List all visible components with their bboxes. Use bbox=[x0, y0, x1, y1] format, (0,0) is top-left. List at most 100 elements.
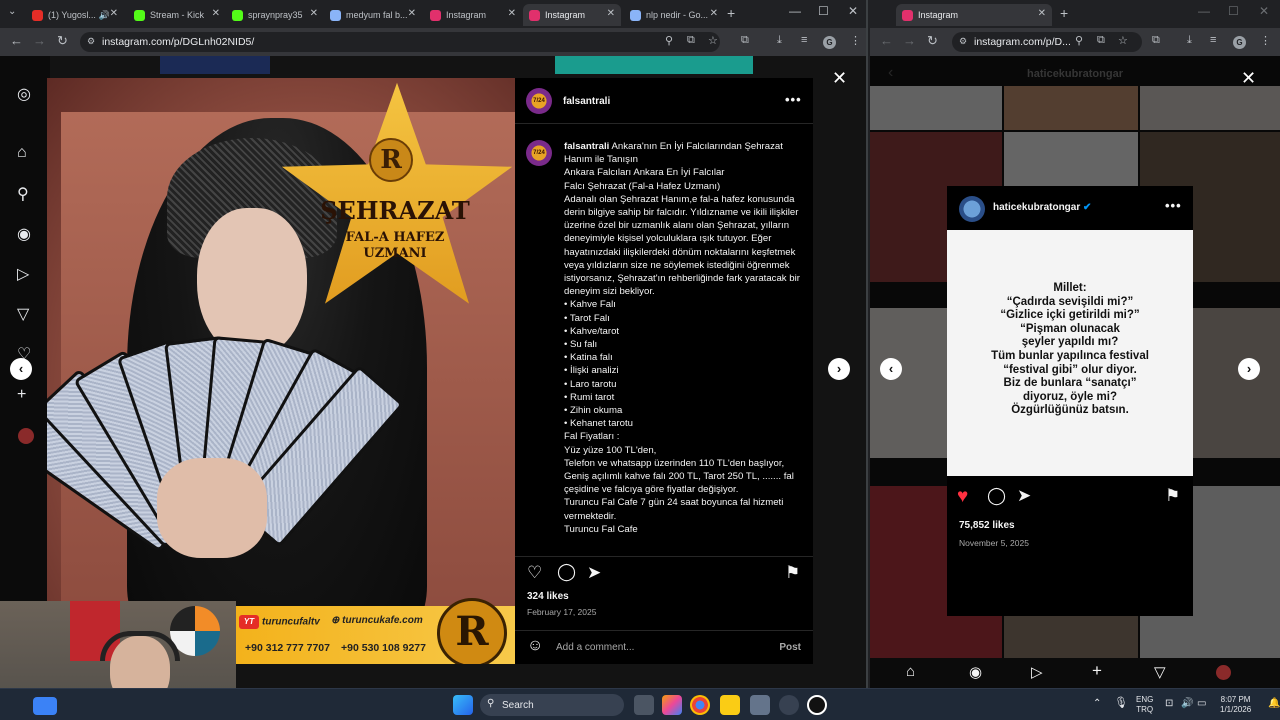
tab-3[interactable]: spraynpray35 ✕ bbox=[226, 4, 324, 26]
comment-icon[interactable]: ◯ bbox=[557, 562, 576, 582]
tab-close-icon[interactable]: ✕ bbox=[1038, 8, 1046, 19]
tab-6[interactable]: Instagram ✕ bbox=[523, 4, 621, 26]
tab-close-icon[interactable]: ✕ bbox=[310, 8, 318, 19]
messages-icon[interactable]: ▽ bbox=[17, 304, 29, 324]
download-icon[interactable]: ⤓ bbox=[777, 34, 782, 47]
tab-7[interactable]: nlp nedir - Go... ✕ bbox=[624, 4, 724, 26]
create-icon[interactable]: + bbox=[1092, 661, 1102, 681]
reload-icon[interactable]: ↻ bbox=[927, 33, 938, 49]
tab-close-icon[interactable]: ✕ bbox=[508, 8, 516, 19]
close-modal-icon[interactable]: ✕ bbox=[1241, 68, 1256, 89]
bookmark-star-icon[interactable]: ☆ bbox=[1118, 34, 1128, 47]
save-icon[interactable]: ⚑ bbox=[1165, 486, 1180, 506]
reels-icon[interactable]: ▷ bbox=[1031, 663, 1043, 681]
search-icon[interactable]: ⚲ bbox=[17, 184, 29, 204]
task-view-icon[interactable] bbox=[634, 695, 654, 715]
save-icon[interactable]: ⚑ bbox=[785, 563, 800, 583]
home-icon[interactable]: ⌂ bbox=[906, 663, 915, 680]
new-tab-plus-icon[interactable]: + bbox=[1060, 5, 1068, 21]
author-username[interactable]: haticekubratongar ✔ bbox=[993, 202, 1091, 213]
caption-username[interactable]: falsantrali bbox=[564, 141, 609, 152]
media-icon[interactable]: ≡ bbox=[801, 34, 807, 46]
explore-icon[interactable]: ◉ bbox=[17, 224, 31, 244]
tab-4[interactable]: medyum fal b... ✕ bbox=[324, 4, 422, 26]
close-modal-icon[interactable]: ✕ bbox=[832, 68, 847, 89]
file-explorer-icon[interactable] bbox=[720, 695, 740, 715]
zoom-icon[interactable]: ⚲ bbox=[665, 34, 673, 47]
mic-icon[interactable]: 🎙 bbox=[1114, 698, 1128, 709]
more-options-icon[interactable]: ••• bbox=[785, 92, 802, 107]
comment-icon[interactable]: ◯ bbox=[987, 486, 1006, 506]
author-avatar[interactable] bbox=[959, 196, 985, 222]
more-options-icon[interactable]: ••• bbox=[1165, 198, 1182, 213]
minimize-icon[interactable]: — bbox=[1198, 4, 1210, 18]
messages-icon[interactable]: ▽ bbox=[1154, 663, 1166, 681]
author-username[interactable]: falsantrali bbox=[563, 96, 610, 107]
site-info-icon[interactable]: ⚙ bbox=[959, 36, 967, 47]
start-icon[interactable] bbox=[453, 695, 473, 715]
notification-icon[interactable]: 🔔 bbox=[1268, 699, 1280, 709]
emoji-icon[interactable]: ☺ bbox=[527, 637, 543, 655]
share-icon[interactable]: ➤ bbox=[587, 563, 601, 583]
next-post-button[interactable]: › bbox=[828, 358, 850, 380]
maximize-icon[interactable]: ☐ bbox=[818, 4, 829, 18]
close-window-icon[interactable]: ✕ bbox=[848, 4, 858, 18]
tab-5[interactable]: Instagram ✕ bbox=[424, 4, 522, 26]
tab-close-icon[interactable]: ✕ bbox=[408, 8, 416, 19]
tab-audio-icon[interactable]: 🔊 bbox=[99, 10, 110, 21]
cast-icon[interactable]: ⧉ bbox=[1097, 34, 1105, 47]
settings-icon[interactable] bbox=[750, 695, 770, 715]
close-window-icon[interactable]: ✕ bbox=[1259, 4, 1269, 18]
reels-icon[interactable]: ▷ bbox=[17, 264, 29, 284]
battery-icon[interactable]: ▭ bbox=[1197, 699, 1206, 709]
forward-icon[interactable]: → bbox=[903, 33, 916, 48]
profile-icon[interactable] bbox=[18, 428, 34, 444]
bookmark-star-icon[interactable]: ☆ bbox=[708, 34, 718, 47]
reload-icon[interactable]: ↻ bbox=[57, 33, 68, 49]
extensions-icon[interactable]: ⧉ bbox=[741, 34, 749, 47]
tab-close-icon[interactable]: ✕ bbox=[110, 8, 118, 19]
prev-post-button[interactable]: ‹ bbox=[880, 358, 902, 380]
like-icon[interactable]: ♡ bbox=[527, 563, 542, 583]
language-indicator[interactable]: ENG TRQ bbox=[1136, 695, 1153, 715]
tray-chevron-icon[interactable]: ⌃ bbox=[1093, 699, 1101, 709]
minimize-icon[interactable]: — bbox=[789, 4, 801, 18]
site-info-icon[interactable]: ⚙ bbox=[87, 36, 95, 47]
widget-icon[interactable] bbox=[33, 697, 57, 715]
tab-2[interactable]: Stream - Kick ✕ bbox=[128, 4, 226, 26]
next-post-button[interactable]: › bbox=[1238, 358, 1260, 380]
address-bar[interactable]: ⚙ instagram.com/p/D... bbox=[952, 32, 1142, 52]
cast-icon[interactable]: ⧉ bbox=[687, 34, 695, 47]
share-icon[interactable]: ➤ bbox=[1017, 486, 1031, 506]
obs-icon[interactable] bbox=[807, 695, 827, 715]
clock[interactable]: 8:07 PM 1/1/2026 bbox=[1220, 695, 1251, 715]
browser-menu-icon[interactable]: ⋮ bbox=[1260, 34, 1271, 47]
copilot-icon[interactable] bbox=[662, 695, 682, 715]
new-tab-plus-icon[interactable]: + bbox=[727, 5, 735, 21]
instagram-logo-icon[interactable]: ◎ bbox=[17, 84, 31, 104]
profile-avatar[interactable]: G bbox=[1233, 36, 1246, 49]
tab-close-icon[interactable]: ✕ bbox=[607, 8, 615, 19]
create-icon[interactable]: + bbox=[17, 386, 26, 404]
post-comment-button[interactable]: Post bbox=[779, 642, 801, 653]
zoom-icon[interactable]: ⚲ bbox=[1075, 34, 1083, 47]
maximize-icon[interactable]: ☐ bbox=[1228, 4, 1239, 18]
profile-icon[interactable] bbox=[1216, 665, 1231, 680]
volume-icon[interactable]: 🔊 bbox=[1181, 699, 1193, 709]
explore-icon[interactable]: ◉ bbox=[969, 663, 982, 681]
tab-1[interactable]: (1) Yugosl... 🔊 ✕ bbox=[26, 4, 124, 26]
steam-icon[interactable] bbox=[779, 695, 799, 715]
caption-avatar[interactable]: 7/24 bbox=[526, 140, 552, 166]
tab-close-icon[interactable]: ✕ bbox=[710, 8, 718, 19]
profile-avatar[interactable]: G bbox=[823, 36, 836, 49]
taskbar-search[interactable]: ⚲ Search bbox=[480, 694, 624, 716]
address-bar[interactable]: ⚙ instagram.com/p/DGLnh02NID5/ bbox=[80, 32, 720, 52]
network-icon[interactable]: ⊡ bbox=[1165, 699, 1173, 709]
comment-input[interactable]: Add a comment... bbox=[556, 642, 634, 653]
chrome-icon[interactable] bbox=[690, 695, 710, 715]
tab-search-chevron-icon[interactable]: ⌄ bbox=[8, 6, 16, 17]
liked-heart-icon[interactable]: ♥ bbox=[957, 486, 968, 508]
extensions-icon[interactable]: ⧉ bbox=[1152, 34, 1160, 47]
like-count[interactable]: 75,852 likes bbox=[959, 520, 1015, 531]
tab-instagram[interactable]: Instagram ✕ bbox=[896, 4, 1052, 26]
